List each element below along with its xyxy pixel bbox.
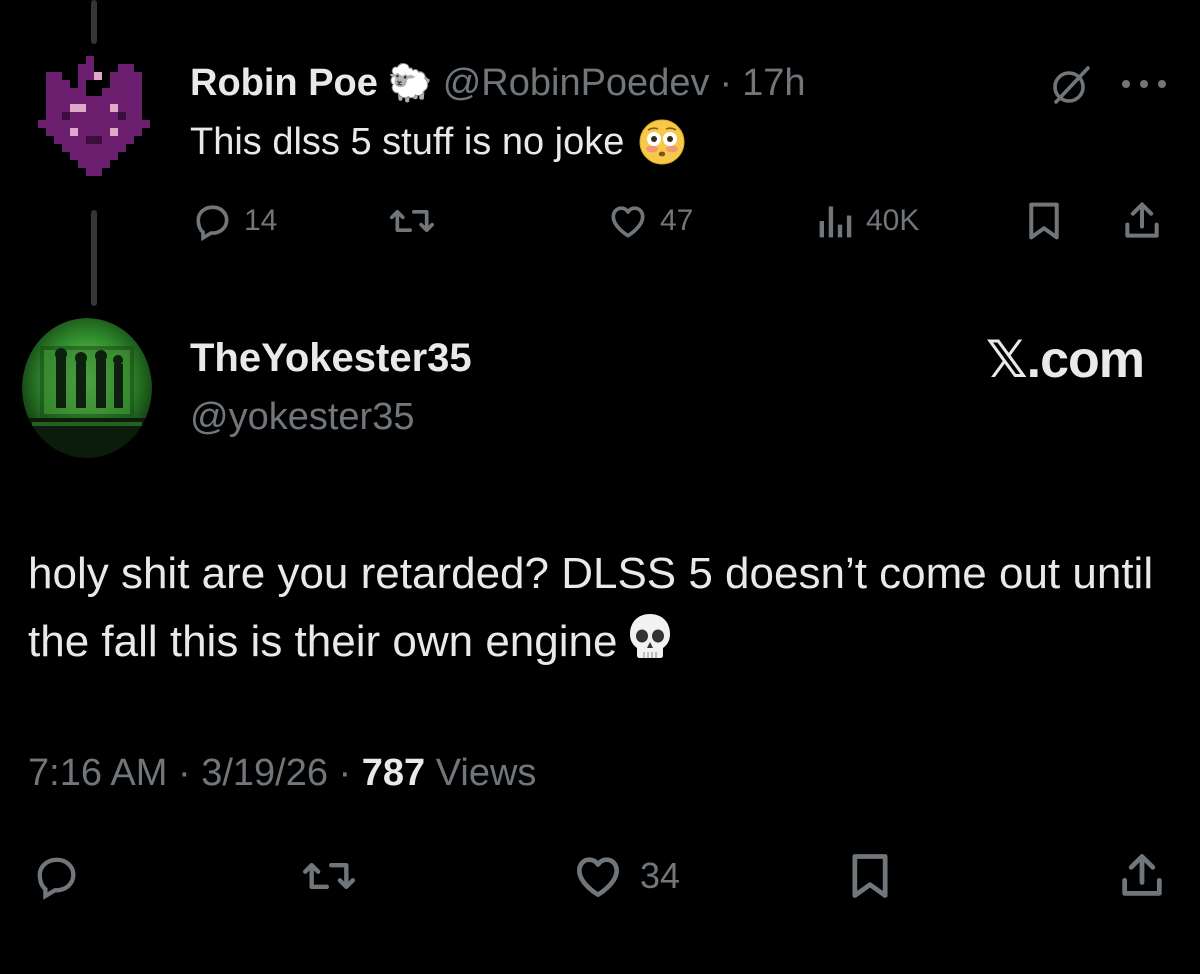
reply-icon <box>196 205 229 242</box>
tweet-screenshot: Robin Poe 🐑 @RobinPoedev · 17h This dlss… <box>0 0 1200 974</box>
reply-meta-line: 7:16 AM · 3/19/26 · 787 Views <box>28 752 536 795</box>
reply-share-button[interactable] <box>1116 846 1168 906</box>
parent-timestamp[interactable]: 17h <box>742 62 805 105</box>
reply-reply-button[interactable] <box>30 846 82 906</box>
reply-views-label: Views <box>425 752 537 794</box>
parent-tweet-text: This dlss 5 stuff is no joke <box>190 118 686 166</box>
parent-action-bar: 14 47 40K <box>190 196 1180 246</box>
share-icon <box>1122 854 1162 896</box>
reply-handle[interactable]: @yokester35 <box>190 396 414 439</box>
grok-icon[interactable] <box>1048 62 1094 108</box>
parent-bookmark-button[interactable] <box>1024 196 1064 246</box>
reply-retweet-button[interactable] <box>300 846 358 906</box>
more-icon[interactable] <box>1118 74 1170 94</box>
parent-reply-button[interactable]: 14 <box>190 196 277 246</box>
reply-display-name[interactable]: TheYokester35 <box>190 336 472 381</box>
parent-retweet-button[interactable] <box>388 196 436 246</box>
parent-tweet-header: Robin Poe 🐑 @RobinPoedev · 17h <box>190 58 806 108</box>
like-icon <box>611 206 645 238</box>
meta-separator-2: · <box>328 752 362 794</box>
views-icon <box>819 206 852 238</box>
retweet-icon <box>390 210 434 232</box>
share-icon <box>1125 202 1159 238</box>
bookmark-icon <box>1029 202 1059 240</box>
sheep-emoji-icon: 🐑 <box>387 62 433 103</box>
parent-share-button[interactable] <box>1120 196 1164 246</box>
reply-tweet-text: holy shit are you retarded? DLSS 5 doesn… <box>28 540 1178 676</box>
x-com-brand: 𝕏.com <box>985 331 1145 389</box>
skull-emoji-icon <box>630 614 671 658</box>
retweet-icon <box>302 863 355 889</box>
parent-views-count: 40K <box>866 204 920 237</box>
parent-like-count: 47 <box>660 204 694 237</box>
reply-views-count: 787 <box>361 752 426 794</box>
parent-tweet-body: This dlss 5 stuff is no joke <box>190 120 625 163</box>
reply-like-button[interactable]: 34 <box>570 846 680 906</box>
parent-handle[interactable]: @RobinPoedev <box>443 62 710 105</box>
reply-bookmark-button[interactable] <box>846 846 894 906</box>
parent-avatar[interactable] <box>38 56 150 200</box>
reply-action-bar: 34 <box>0 846 1200 906</box>
bookmark-icon <box>852 854 888 898</box>
thread-line-top <box>91 0 97 44</box>
meta-separator-1: · <box>167 752 202 794</box>
like-icon <box>577 857 619 897</box>
parent-display-name[interactable]: Robin Poe <box>190 62 378 105</box>
thread-line-bottom <box>91 210 97 306</box>
flushed-emoji-icon <box>639 119 685 165</box>
parent-reply-count: 14 <box>244 204 278 237</box>
reply-time[interactable]: 7:16 AM <box>28 752 167 794</box>
parent-like-button[interactable]: 47 <box>606 196 693 246</box>
reply-date[interactable]: 3/19/26 <box>201 752 328 794</box>
parent-separator: · <box>719 61 733 104</box>
reply-icon <box>37 857 76 900</box>
reply-tweet-body: holy shit are you retarded? DLSS 5 doesn… <box>28 549 1154 666</box>
reply-avatar[interactable] <box>22 318 152 458</box>
reply-like-count: 34 <box>640 855 681 896</box>
parent-views-button[interactable]: 40K <box>816 196 919 246</box>
